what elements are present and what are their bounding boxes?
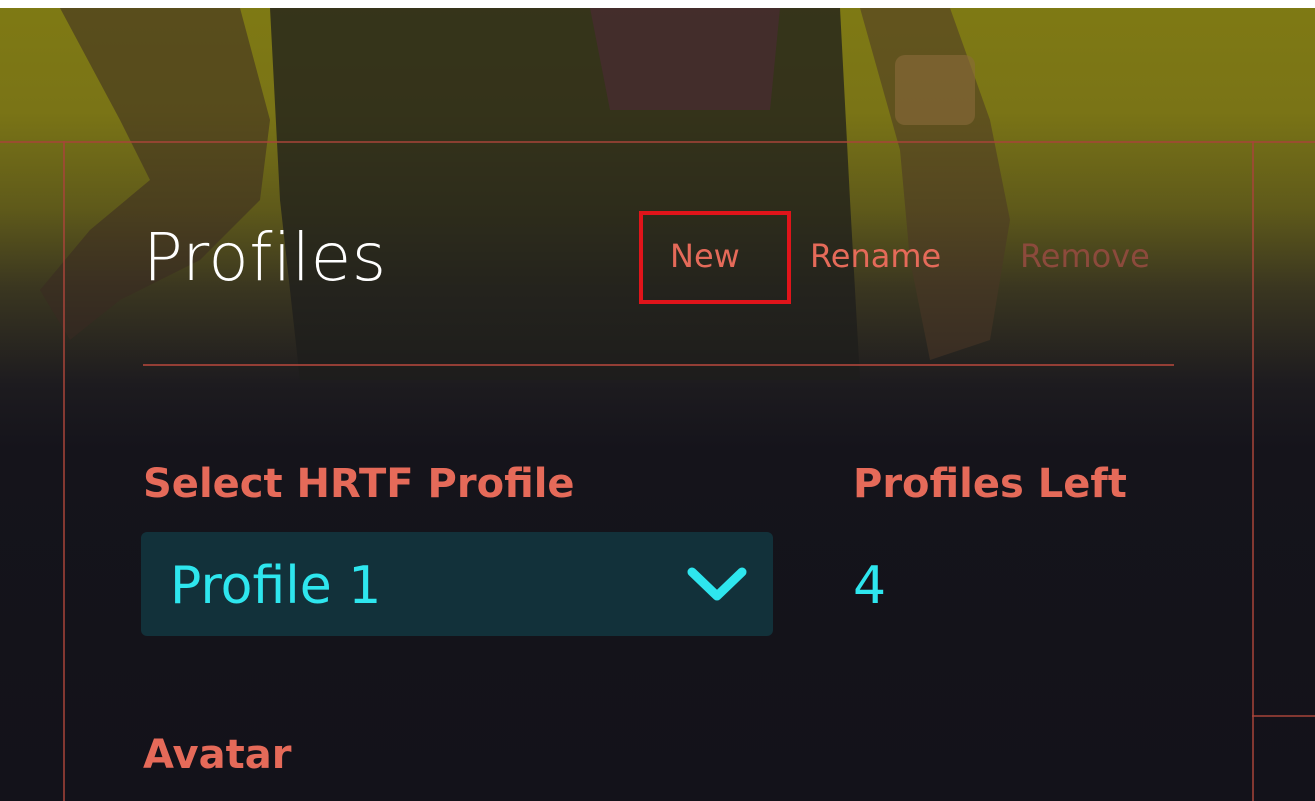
profiles-screen: Profiles New Rename Remove Select HRTF P…: [0, 0, 1315, 801]
profiles-left-value: 4: [853, 556, 887, 616]
frame-top-line: [0, 141, 1315, 143]
rename-profile-button[interactable]: Rename: [810, 234, 941, 278]
profiles-left-label: Profiles Left: [853, 461, 1127, 507]
frame-left-line: [63, 141, 65, 801]
dropdown-selected-value: Profile 1: [170, 556, 382, 616]
new-profile-button[interactable]: New: [670, 234, 740, 278]
frame-right-tick: [1252, 715, 1315, 717]
hrtf-profile-dropdown[interactable]: Profile 1: [141, 532, 773, 636]
top-edge-strip: [0, 0, 1315, 8]
page-title: Profiles: [143, 219, 387, 296]
chevron-down-icon: [687, 567, 747, 601]
header-divider: [143, 364, 1174, 366]
avatar-label: Avatar: [143, 732, 292, 778]
hrtf-profile-label: Select HRTF Profile: [143, 461, 575, 507]
frame-right-line: [1252, 141, 1254, 801]
remove-profile-button[interactable]: Remove: [1020, 234, 1150, 278]
